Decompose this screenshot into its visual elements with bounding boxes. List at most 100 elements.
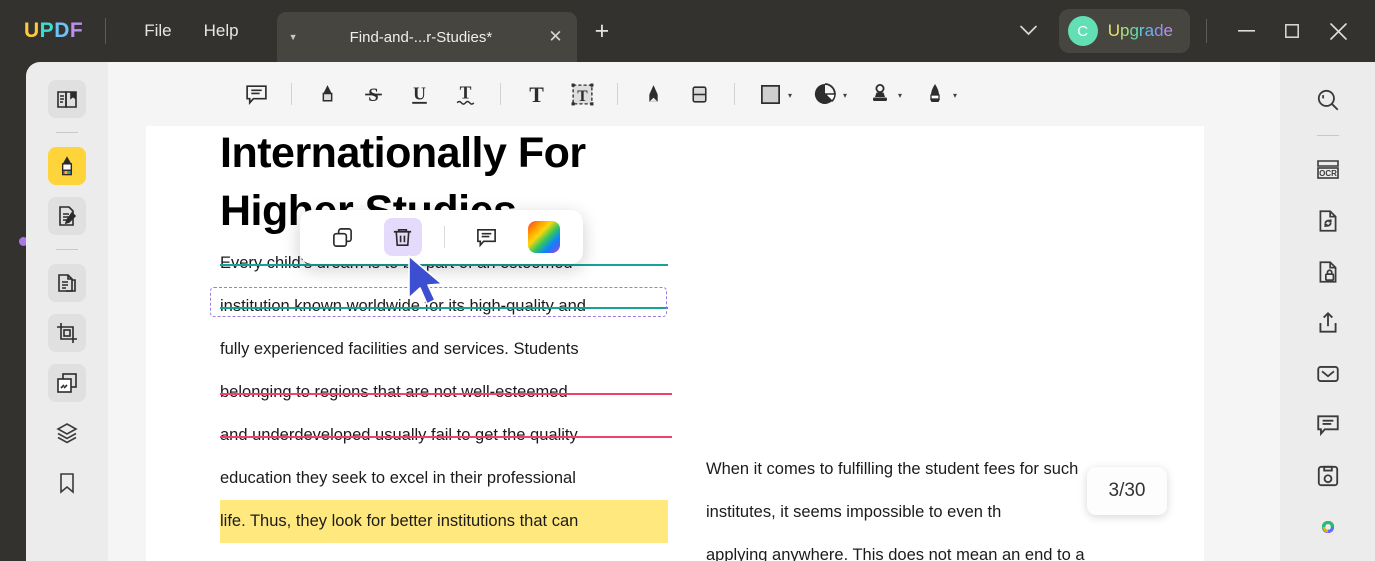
popup-divider (443, 226, 445, 248)
doc-line[interactable]: applying anywhere. This does not mean an… (706, 534, 1143, 561)
upgrade-letter-0: U (1107, 21, 1120, 40)
doc-line[interactable]: When it comes to fulfilling the student … (706, 448, 1143, 491)
chevron-down-icon[interactable]: ▾ (843, 91, 847, 100)
upgrade-letter-2: g (1129, 21, 1139, 40)
maximize-button[interactable] (1269, 14, 1315, 48)
sidebar-item-reader[interactable] (48, 80, 86, 118)
chevron-down-icon[interactable]: ▼ (289, 32, 298, 42)
minimize-button[interactable] (1223, 14, 1269, 48)
updf-window: UPDF File Help ▼ Find-and-...r-Studies* … (0, 0, 1375, 561)
rightbar-share[interactable] (1308, 303, 1348, 343)
logo-letter-2: D (54, 19, 70, 42)
svg-text:T: T (459, 82, 471, 102)
tool-eraser[interactable] (677, 74, 721, 114)
updf-logo[interactable]: UPDF (24, 19, 83, 43)
rightbar-ai[interactable] (1308, 507, 1348, 547)
sticker-icon[interactable] (803, 74, 847, 114)
tool-pencil[interactable] (631, 74, 675, 114)
sidebar-item-layers[interactable] (48, 414, 86, 452)
menu-file[interactable]: File (128, 15, 187, 47)
upgrade-letter-4: a (1144, 21, 1155, 40)
sidebar-item-compare[interactable] (48, 364, 86, 402)
svg-text:T: T (577, 87, 588, 104)
doc-line[interactable]: belonging to regions that are not well-e… (220, 371, 672, 414)
rectangle-shape-icon[interactable] (748, 74, 792, 114)
doc-line[interactable]: institutes, it seems impossible to even … (706, 491, 1143, 534)
rightbar-search[interactable] (1308, 80, 1348, 120)
upgrade-letter-5: d (1154, 21, 1164, 40)
new-tab-button[interactable]: + (595, 17, 610, 46)
toolbar-divider (734, 83, 735, 105)
rightbar-convert[interactable] (1308, 201, 1348, 241)
tool-squiggly[interactable]: T (443, 74, 487, 114)
chevron-down-icon[interactable] (1006, 15, 1051, 48)
sidebar-divider (56, 132, 78, 133)
document-tab-title: Find-and-...r-Studies* (349, 28, 493, 46)
upgrade-label: Upgrade (1108, 21, 1173, 41)
menu-help[interactable]: Help (188, 15, 255, 47)
doc-line[interactable]: life. Thus, they look for better institu… (220, 500, 668, 543)
tool-shape[interactable]: ▾ (748, 74, 801, 114)
rightbar-save[interactable] (1308, 456, 1348, 496)
title-bar: UPDF File Help ▼ Find-and-...r-Studies* … (0, 0, 1375, 62)
stamp-icon[interactable] (858, 74, 902, 114)
doc-line[interactable]: institution known worldwide for its high… (220, 285, 668, 328)
doc-line[interactable]: education they seek to excel in their pr… (220, 457, 668, 500)
rightbar-divider (1316, 135, 1339, 136)
popup-comment-button[interactable] (467, 218, 505, 256)
upgrade-letter-1: p (1119, 21, 1130, 40)
left-sidebar (26, 62, 108, 561)
rightbar-email[interactable] (1308, 354, 1348, 394)
window-controls-divider (1206, 19, 1207, 43)
logo-letter-0: U (24, 19, 40, 42)
left-dark-rail (0, 62, 28, 561)
tool-strikethrough[interactable]: S (351, 74, 395, 114)
tool-sticker[interactable]: ▾ (803, 74, 856, 114)
sidebar-item-crop[interactable] (48, 314, 86, 352)
tool-sticky-note[interactable] (234, 74, 278, 114)
tool-stamp[interactable]: ▾ (858, 74, 911, 114)
tool-underline[interactable]: U (397, 74, 441, 114)
page-heading-line1: Internationally For (220, 129, 586, 177)
document-tab[interactable]: ▼ Find-and-...r-Studies* ✕ (276, 12, 577, 62)
rightbar-ocr[interactable]: OCR (1308, 150, 1348, 190)
close-window-button[interactable] (1315, 14, 1361, 48)
chevron-down-icon[interactable]: ▾ (898, 91, 902, 100)
popup-color-swatch[interactable] (527, 221, 560, 253)
svg-text:T: T (529, 82, 544, 106)
popup-delete-button[interactable] (383, 218, 422, 256)
titlebar-right-group: C Upgrade (1006, 9, 1375, 53)
sidebar-item-bookmark[interactable] (48, 464, 86, 502)
upgrade-button[interactable]: C Upgrade (1058, 9, 1190, 53)
chevron-down-icon[interactable]: ▾ (788, 91, 792, 100)
sidebar-item-annotate[interactable] (48, 147, 86, 185)
sidebar-item-edit-pdf[interactable] (48, 197, 86, 235)
pdf-page: Internationally For Higher Studies Every… (146, 126, 1204, 561)
annotation-toolbar: S U T T T (108, 62, 1280, 126)
sidebar-divider (56, 249, 78, 250)
chevron-down-icon[interactable]: ▾ (953, 91, 957, 100)
doc-line[interactable]: and underdeveloped usually fail to get t… (220, 414, 672, 457)
avatar[interactable]: C (1067, 16, 1098, 46)
right-sidebar: OCR (1280, 62, 1375, 561)
tool-signature[interactable]: ▾ (913, 74, 966, 114)
tool-text[interactable]: T (514, 74, 558, 114)
annotation-popup-toolbar[interactable] (300, 210, 583, 264)
doc-line[interactable]: fully experienced facilities and service… (220, 328, 668, 371)
fountain-pen-icon[interactable] (913, 74, 957, 114)
sidebar-item-organize-pages[interactable] (48, 264, 86, 302)
logo-letter-1: P (39, 19, 55, 42)
tool-highlight[interactable] (305, 74, 349, 114)
page-indicator: 3/30 (1087, 467, 1167, 515)
upgrade-letter-6: e (1163, 21, 1173, 40)
close-icon[interactable]: ✕ (548, 27, 562, 47)
toolbar-divider (500, 83, 501, 105)
page-right-column: When it comes to fulfilling the student … (706, 126, 1143, 561)
logo-divider (105, 18, 107, 44)
popup-copy-button[interactable] (323, 218, 361, 256)
svg-text:OCR: OCR (1319, 169, 1337, 178)
toolbar-divider (617, 83, 618, 105)
tool-text-box[interactable]: T (560, 74, 604, 114)
rightbar-comments[interactable] (1308, 405, 1348, 445)
rightbar-protect[interactable] (1308, 252, 1348, 292)
